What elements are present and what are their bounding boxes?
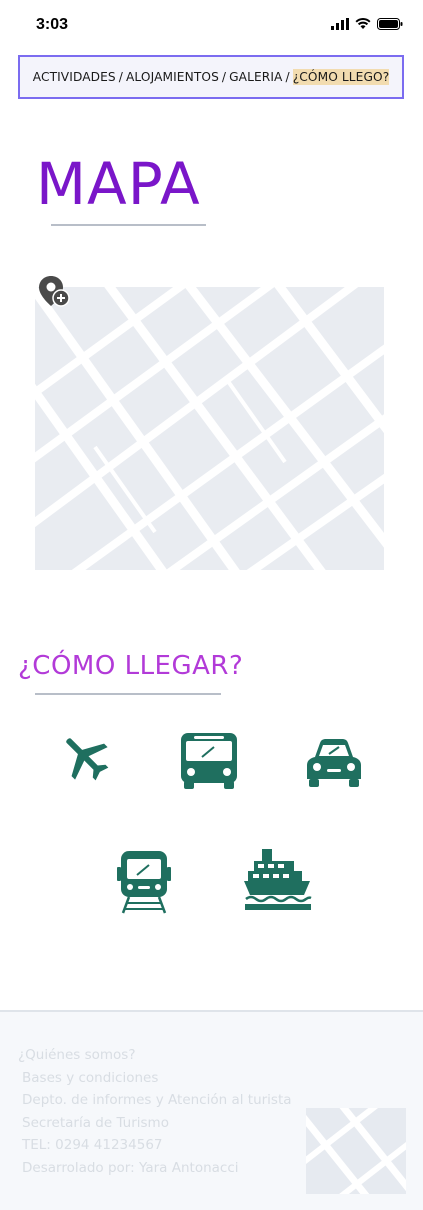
- footer-link-informes[interactable]: Depto. de informes y Atención al turista: [18, 1089, 292, 1112]
- footer-link-secretaria[interactable]: Secretaría de Turismo: [18, 1112, 292, 1135]
- status-icons: [331, 18, 403, 30]
- footer-link-bases[interactable]: Bases y condiciones: [18, 1067, 292, 1090]
- footer-credits: Desarrolado por: Yara Antonacci: [22, 1159, 239, 1176]
- status-time: 3:03: [36, 16, 69, 33]
- howto-title-underline: [35, 693, 221, 695]
- bus-icon[interactable]: [180, 733, 238, 789]
- breadcrumb-item-galeria[interactable]: GALERIA: [229, 70, 282, 84]
- breadcrumb-separator: /: [221, 70, 227, 84]
- footer-link-quienes-somos[interactable]: ¿Quiénes somos?: [18, 1044, 292, 1067]
- breadcrumb-item-como-llego[interactable]: ¿CÓMO LLEGO?: [292, 69, 390, 85]
- signal-icon: [331, 18, 349, 30]
- footer-links: ¿Quiénes somos? Bases y condiciones Dept…: [18, 1044, 292, 1179]
- footer-map-thumbnail: [306, 1108, 406, 1194]
- wifi-icon: [355, 18, 371, 29]
- footer-phone: TEL: 0294 41234567: [22, 1137, 163, 1153]
- breadcrumb-item-alojamientos[interactable]: ALOJAMIENTOS: [126, 70, 219, 84]
- breadcrumb-separator: /: [118, 70, 123, 84]
- car-icon[interactable]: [305, 737, 363, 791]
- status-bar: 3:03: [0, 0, 423, 52]
- breadcrumb: ACTIVIDADES / ALOJAMIENTOS / GALERIA / ¿…: [18, 55, 404, 99]
- airplane-icon[interactable]: [58, 730, 112, 784]
- map-area[interactable]: [35, 287, 384, 570]
- footer: ¿Quiénes somos? Bases y condiciones Dept…: [0, 1010, 423, 1210]
- map-title: MAPA: [36, 150, 201, 218]
- map-pin-add-icon[interactable]: [36, 274, 72, 310]
- map-title-underline: [51, 224, 206, 226]
- howto-title: ¿CÓMO LLEGAR?: [18, 651, 244, 681]
- breadcrumb-separator: /: [285, 70, 290, 84]
- breadcrumb-item-actividades[interactable]: ACTIVIDADES: [33, 70, 116, 84]
- ship-icon[interactable]: [244, 849, 312, 911]
- train-icon[interactable]: [115, 851, 173, 915]
- battery-icon: [377, 18, 403, 30]
